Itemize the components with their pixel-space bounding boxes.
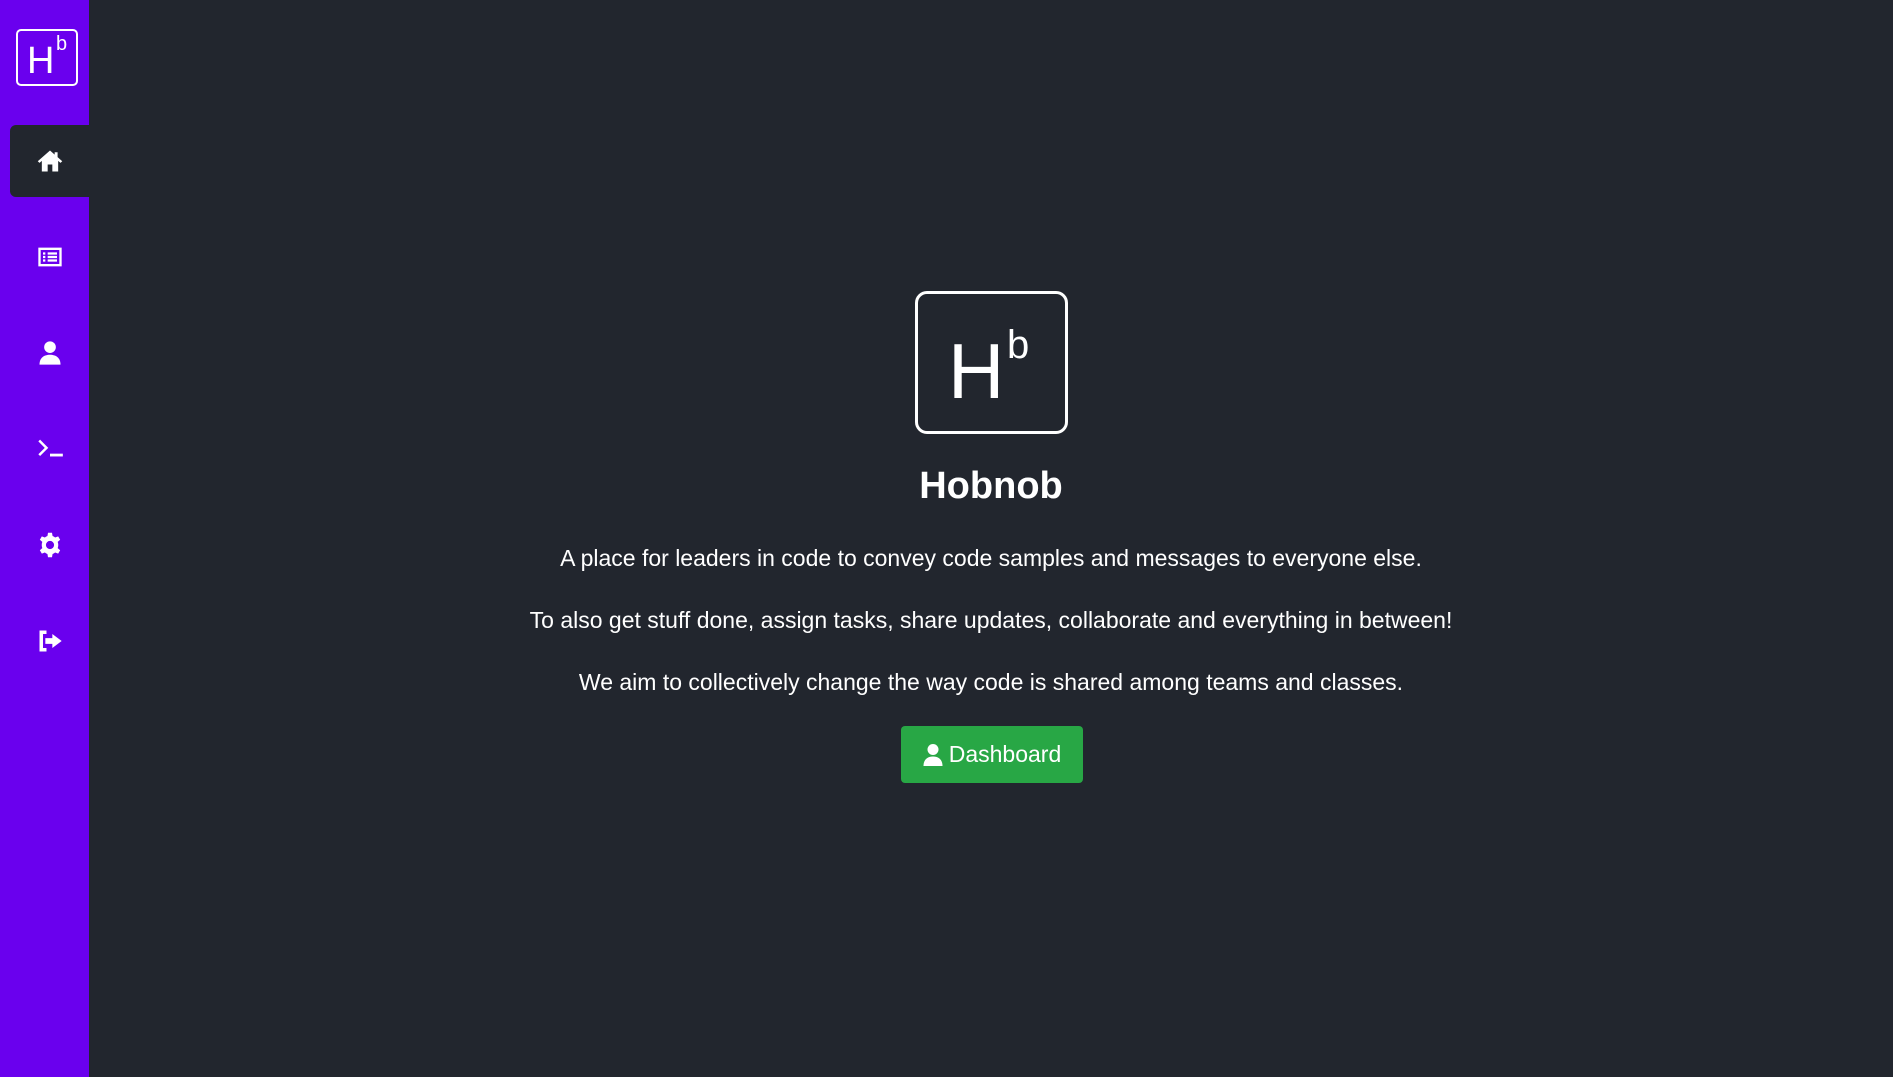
description-line: A place for leaders in code to convey co… bbox=[560, 545, 1422, 571]
sidebar-item-home[interactable] bbox=[10, 125, 89, 197]
logo-superscript: b bbox=[1007, 323, 1030, 367]
gear-icon bbox=[39, 532, 60, 558]
sidebar-item-profile[interactable] bbox=[10, 317, 89, 389]
list-icon bbox=[37, 247, 62, 267]
home-icon bbox=[37, 150, 62, 172]
sidebar-item-posts[interactable] bbox=[10, 221, 89, 293]
description-line: To also get stuff done, assign tasks, sh… bbox=[529, 607, 1453, 633]
hobnob-logo: H b bbox=[915, 291, 1068, 434]
user-icon bbox=[39, 341, 60, 365]
app: H b H b Hobnob A place for leaders in co… bbox=[0, 0, 1893, 1077]
logo-letter: H bbox=[948, 327, 1005, 415]
sidebar-logo[interactable]: H b bbox=[16, 29, 78, 86]
sidebar-item-terminal[interactable] bbox=[10, 413, 89, 485]
sidebar-item-settings[interactable] bbox=[10, 509, 89, 581]
sidebar: H b bbox=[0, 0, 89, 1077]
terminal-icon bbox=[37, 439, 63, 457]
description-line: We aim to collectively change the way co… bbox=[578, 669, 1404, 695]
logo-letter: H bbox=[27, 40, 55, 82]
main-content: H b Hobnob A place for leaders in code t… bbox=[89, 0, 1893, 1077]
sign-out-icon bbox=[39, 630, 62, 652]
logo-superscript: b bbox=[56, 33, 68, 55]
user-icon bbox=[923, 743, 943, 766]
dashboard-button-label: Dashboard bbox=[948, 741, 1062, 767]
page-title: Hobnob bbox=[919, 465, 1063, 507]
dashboard-button[interactable]: Dashboard bbox=[901, 726, 1083, 783]
sidebar-item-logout[interactable] bbox=[10, 605, 89, 677]
